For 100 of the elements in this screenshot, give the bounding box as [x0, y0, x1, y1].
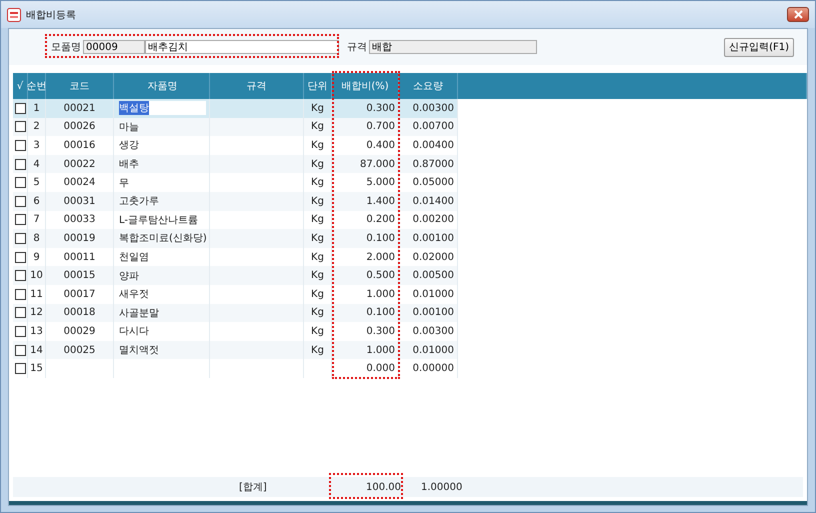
table-cell: 1.400 — [366, 196, 395, 207]
checkbox[interactable] — [14, 307, 26, 318]
table-cell: 12 — [30, 307, 43, 318]
table-cell: Kg — [311, 121, 324, 132]
window-title: 배합비등록 — [26, 8, 76, 22]
new-entry-button[interactable]: 신규입력(F1) — [724, 38, 794, 56]
table-cell: 1.000 — [366, 344, 395, 356]
table-cell: 0.400 — [366, 140, 395, 151]
checkbox[interactable] — [14, 177, 26, 188]
checkbox[interactable] — [14, 121, 26, 132]
checkbox[interactable] — [14, 326, 26, 337]
table-cell: 0.00100 — [412, 307, 454, 318]
table-cell: 00021 — [64, 102, 96, 114]
table-cell: 8 — [33, 232, 40, 244]
table-cell: 00033 — [64, 214, 96, 226]
table-cell: Kg — [311, 196, 324, 207]
table-cell: 2.000 — [366, 252, 395, 263]
table-cell-text: 천일염 — [119, 251, 149, 264]
table-cell-text: 새우젓 — [119, 288, 149, 302]
amount-total: 1.00000 — [421, 482, 462, 492]
table-cell: 4 — [33, 158, 40, 170]
table-row[interactable]: 10 00015 양파 Kg 0.500 0.00500 — [13, 266, 807, 285]
table-cell-text: 멸치액젓 — [119, 344, 159, 358]
checkbox[interactable] — [14, 363, 26, 374]
table-cell: 0.700 — [366, 121, 395, 132]
checkbox[interactable] — [14, 270, 26, 282]
checkbox[interactable] — [14, 344, 26, 356]
table-cell-text: 복합조미료(신화당) — [119, 232, 207, 246]
table-row[interactable]: 8 00019 복합조미료(신화당) Kg 0.100 0.00100 — [13, 229, 807, 248]
table-cell: 15 — [30, 363, 43, 374]
cell-edit-field[interactable]: 백설탕 — [119, 101, 206, 116]
table-cell: 00024 — [64, 177, 96, 188]
table-cell: 9 — [33, 252, 40, 263]
table-cell: 1.000 — [366, 288, 395, 300]
table-row[interactable]: 12 00018 사골분말 Kg 0.100 0.00100 — [13, 304, 807, 322]
table-cell: 0.300 — [366, 102, 395, 114]
table-cell: Kg — [311, 252, 324, 263]
table-row[interactable]: 6 00031 고춧가루 Kg 1.400 0.01400 — [13, 192, 807, 211]
checkbox[interactable] — [14, 158, 26, 170]
table-cell: 00015 — [64, 270, 96, 282]
table-cell: 00026 — [64, 121, 96, 132]
table-row[interactable]: 7 00033 L-글루탐산나트륨 Kg 0.200 0.00200 — [13, 210, 807, 230]
ratio-total: 100.00 — [365, 482, 401, 492]
table-cell: 0.00300 — [412, 326, 454, 337]
table-cell: 00019 — [64, 232, 96, 244]
checkbox[interactable] — [14, 214, 26, 226]
table-row[interactable]: 2 00026 마늘 Kg 0.700 0.00700 — [13, 118, 807, 136]
table-cell-text: 사골분말 — [119, 306, 159, 320]
table-cell: 0.00300 — [412, 102, 454, 114]
table-cell: 3 — [33, 140, 40, 151]
table-cell: 0.100 — [366, 232, 395, 244]
table-cell: Kg — [311, 270, 324, 282]
product-name-field[interactable]: 배추김치 — [145, 40, 339, 54]
checkbox[interactable] — [14, 288, 26, 300]
table-cell: 0.500 — [366, 270, 395, 282]
table-cell: 00017 — [64, 288, 96, 300]
spec-field[interactable]: 배합 — [369, 40, 537, 54]
table-cell: 7 — [33, 214, 40, 226]
table-cell: 0.00200 — [412, 214, 454, 226]
product-code-field[interactable]: 00009 — [83, 40, 145, 54]
table-cell-text: L-글루탐산나트륨 — [119, 214, 198, 227]
checkbox[interactable] — [14, 102, 26, 114]
table-cell: Kg — [311, 288, 324, 300]
table-cell: Kg — [311, 307, 324, 318]
table-cell-text: 무 — [119, 176, 129, 190]
table-cell: 00011 — [64, 252, 96, 263]
table-cell: 00031 — [64, 196, 96, 207]
total-label: [합계] — [239, 481, 267, 494]
product-label: 모품명 — [51, 41, 81, 54]
table-cell: 0.00000 — [412, 363, 454, 374]
table-cell: 13 — [30, 326, 43, 337]
checkbox[interactable] — [14, 196, 26, 207]
table-cell: 10 — [30, 270, 43, 282]
checkbox[interactable] — [14, 252, 26, 263]
table-cell: Kg — [311, 177, 324, 188]
checkbox[interactable] — [14, 232, 26, 244]
table-cell: 0.200 — [366, 214, 395, 226]
table-cell: 0.00100 — [412, 232, 454, 244]
table-cell: 11 — [30, 288, 43, 300]
table-cell: 0.02000 — [412, 252, 454, 263]
table-cell: 87.000 — [360, 158, 395, 170]
close-button[interactable] — [787, 7, 809, 22]
table-cell: 0.00500 — [412, 270, 454, 282]
table-row[interactable]: 9 00011 천일염 Kg 2.000 0.02000 — [13, 248, 807, 266]
table-cell: 6 — [33, 196, 40, 207]
table-cell: Kg — [311, 326, 324, 337]
close-icon — [794, 10, 802, 19]
table-cell: 0.01000 — [412, 288, 454, 300]
table-row[interactable]: 4 00022 배추 Kg 87.000 0.87000 — [13, 154, 807, 174]
table-cell: 0.300 — [366, 326, 395, 337]
table-cell-text: 배추 — [119, 158, 139, 172]
table-cell: 00022 — [64, 158, 96, 170]
table-cell: 00016 — [64, 140, 96, 151]
table-row[interactable]: 14 00025 멸치액젓 Kg 1.000 0.01000 — [13, 340, 807, 360]
table-cell-text: 생강 — [119, 139, 139, 152]
table-cell: Kg — [311, 158, 324, 170]
table-cell: 2 — [33, 121, 40, 132]
checkbox[interactable] — [14, 140, 26, 151]
table-row[interactable]: 1 00021 백설탕 Kg 0.300 0.00300 — [13, 99, 807, 118]
table-cell: 0.100 — [366, 307, 395, 318]
